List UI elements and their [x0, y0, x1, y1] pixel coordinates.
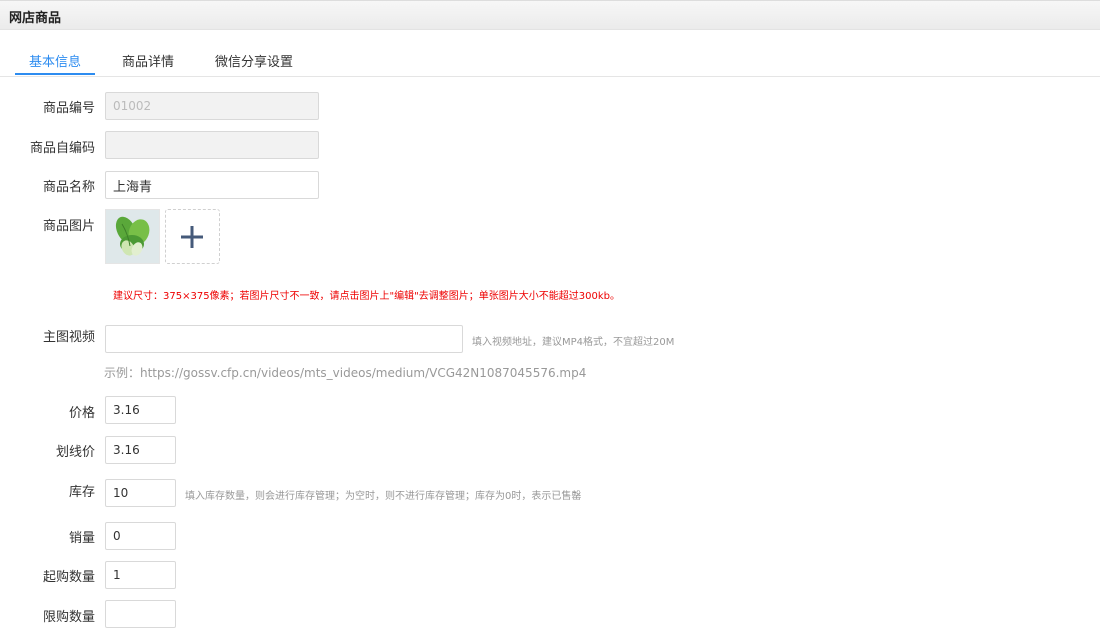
active-tab-indicator: [15, 73, 95, 75]
max-purchase-input[interactable]: [105, 600, 176, 628]
product-thumbnail[interactable]: [105, 209, 160, 264]
tab-bar: 基本信息 商品详情 微信分享设置: [0, 43, 1100, 77]
add-image-button[interactable]: [165, 209, 220, 264]
code-label: 商品编号: [42, 101, 95, 116]
video-hint: 填入视频地址，建议MP4格式，不宜超过20M: [472, 337, 675, 348]
image-size-hint: 建议尺寸：375×375像素；若图片尺寸不一致，请点击图片上"编辑"去调整图片；…: [113, 291, 620, 302]
self-code-input: [105, 131, 319, 159]
sales-input[interactable]: [105, 522, 176, 550]
bok-choy-image: [106, 210, 159, 263]
tab-wechat-share[interactable]: 微信分享设置: [215, 51, 293, 70]
plus-icon: [181, 226, 203, 248]
name-input[interactable]: [105, 171, 319, 199]
min-purchase-label: 起购数量: [42, 570, 95, 585]
stock-hint: 填入库存数量，则会进行库存管理；为空时，则不进行库存管理；库存为0时，表示已售罄: [185, 491, 582, 502]
self-code-label: 商品自编码: [29, 141, 95, 156]
max-purchase-label: 限购数量: [42, 610, 95, 625]
stock-input[interactable]: [105, 479, 176, 507]
name-label: 商品名称: [42, 180, 95, 195]
stock-label: 库存: [68, 485, 95, 500]
page-title: 网店商品: [9, 11, 62, 26]
code-input: [105, 92, 319, 120]
tab-basic-info[interactable]: 基本信息: [29, 51, 81, 70]
min-purchase-input[interactable]: [105, 561, 176, 589]
image-label: 商品图片: [42, 219, 95, 234]
video-url-input[interactable]: [105, 325, 463, 353]
price-label: 价格: [68, 406, 95, 421]
sales-label: 销量: [68, 531, 95, 546]
price-input[interactable]: [105, 396, 176, 424]
original-price-label: 划线价: [55, 445, 95, 460]
video-example: 示例：https://gossv.cfp.cn/videos/mts_video…: [104, 366, 587, 380]
page-header: 网店商品: [0, 0, 1100, 30]
tab-product-details[interactable]: 商品详情: [122, 51, 174, 70]
original-price-input[interactable]: [105, 436, 176, 464]
video-label: 主图视频: [42, 330, 95, 345]
